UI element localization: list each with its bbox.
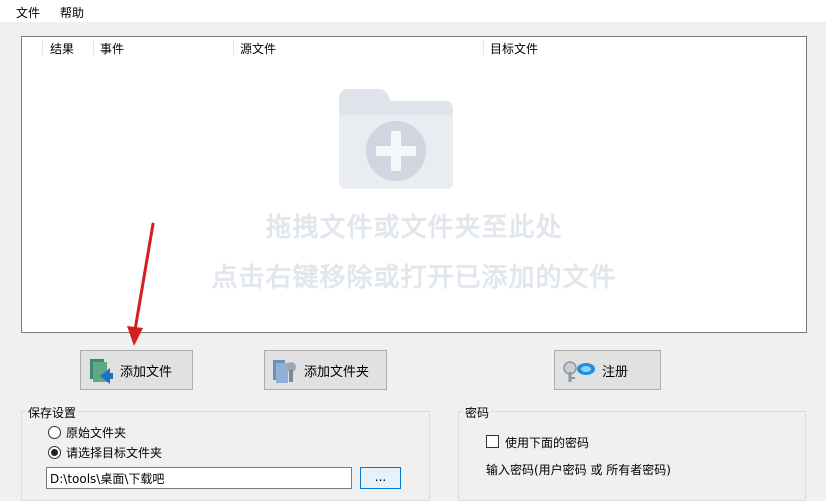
register-label: 注册 — [602, 364, 629, 380]
file-list[interactable]: 结果 事件 源文件 目标文件 拖拽文件或文件夹至此处 点击右键移除或打开已添加的… — [21, 36, 807, 333]
menu-file[interactable]: 文件 — [16, 4, 40, 21]
target-path-input[interactable]: D:\tools\桌面\下载吧 — [46, 467, 352, 489]
column-divider[interactable] — [483, 39, 484, 55]
column-header-event[interactable]: 事件 — [100, 40, 124, 57]
menu-bar: 文件 帮助 — [0, 0, 826, 22]
column-header-target[interactable]: 目标文件 — [490, 40, 538, 57]
original-folder-label: 原始文件夹 — [66, 426, 127, 440]
column-header-result[interactable]: 结果 — [50, 40, 74, 57]
key-icon — [563, 361, 595, 382]
column-divider[interactable] — [42, 39, 43, 55]
password-group: 密码 — [458, 404, 806, 501]
add-file-icon — [90, 359, 113, 384]
add-folder-placeholder-icon — [339, 89, 453, 189]
use-password-label: 使用下面的密码 — [505, 436, 590, 450]
register-button[interactable]: 注册 — [554, 350, 661, 390]
menu-help[interactable]: 帮助 — [60, 4, 84, 21]
original-folder-radio[interactable] — [48, 426, 61, 439]
password-input-label: 输入密码(用户密码 或 所有者密码) — [486, 463, 671, 477]
target-folder-label: 请选择目标文件夹 — [66, 446, 163, 460]
target-folder-radio[interactable] — [48, 446, 61, 459]
drop-hint-line2: 点击右键移除或打开已添加的文件 — [211, 263, 617, 293]
add-file-button[interactable]: 添加文件 — [80, 350, 193, 390]
drop-hint-line1: 拖拽文件或文件夹至此处 — [265, 213, 563, 243]
column-header-source[interactable]: 源文件 — [240, 40, 276, 57]
browse-button[interactable]: ... — [360, 467, 401, 489]
add-folder-label: 添加文件夹 — [304, 364, 370, 380]
use-password-checkbox[interactable] — [486, 435, 499, 448]
add-file-label: 添加文件 — [120, 364, 173, 380]
add-folder-icon — [273, 360, 296, 383]
column-divider[interactable] — [93, 39, 94, 55]
add-folder-button[interactable]: 添加文件夹 — [264, 350, 387, 390]
column-divider[interactable] — [233, 39, 234, 55]
save-settings-title: 保存设置 — [26, 404, 79, 421]
password-title: 密码 — [463, 404, 492, 421]
